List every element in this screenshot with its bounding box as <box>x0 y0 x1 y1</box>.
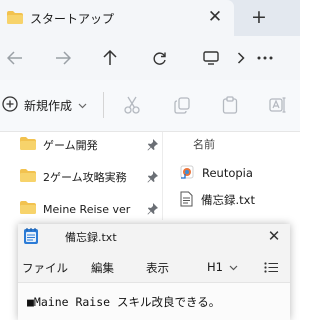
text-file-icon <box>180 191 193 210</box>
pin-icon[interactable] <box>147 139 158 154</box>
sidebar-item[interactable]: 2ゲーム攻略実務 <box>20 166 160 188</box>
heading-select-value: H1 <box>207 260 223 274</box>
notepad-window: 備忘録.txt ✕ ファイル 編集 表示 H1 ■Maine Raise スキル… <box>18 224 290 320</box>
close-icon[interactable]: ✕ <box>264 226 284 246</box>
file-item-label: 備忘録.txt <box>201 193 255 207</box>
notepad-content: ■Maine Raise スキル改良できる。 <box>27 295 221 309</box>
tab-startup[interactable]: スタートアップ ✕ <box>0 0 234 36</box>
pin-icon[interactable] <box>147 171 158 186</box>
notepad-editor[interactable]: ■Maine Raise スキル改良できる。 <box>18 282 290 320</box>
arrow-left-icon[interactable] <box>5 48 25 68</box>
folder-icon <box>20 169 36 185</box>
sidebar-item[interactable]: ゲーム開発 <box>20 134 160 156</box>
name-column-header[interactable]: 名前 <box>193 136 215 152</box>
notepad-title: 備忘録.txt <box>65 231 117 244</box>
folder-icon <box>7 11 23 27</box>
more-options-icon[interactable] <box>255 48 275 68</box>
command-separator <box>103 92 104 118</box>
menu-file[interactable]: ファイル <box>22 260 68 276</box>
file-item-memo[interactable]: 備忘録.txt <box>180 189 255 211</box>
chevron-right-icon[interactable] <box>231 48 251 68</box>
folder-icon <box>20 201 36 217</box>
new-button-label: 新規作成 <box>24 98 73 113</box>
cut-icon[interactable] <box>121 94 143 116</box>
sidebar-item-label: ゲーム開発 <box>43 139 98 152</box>
close-tab-icon[interactable]: ✕ <box>205 7 225 27</box>
file-item-label: Reutopia <box>202 166 253 180</box>
rename-icon[interactable] <box>267 94 289 116</box>
tab-title: スタートアップ <box>30 12 115 26</box>
shortcut-icon <box>180 165 194 182</box>
sidebar-item-label: Meine Reise ver <box>43 202 131 216</box>
sidebar-item[interactable]: Meine Reise ver <box>20 198 160 220</box>
paste-icon[interactable] <box>219 94 241 116</box>
refresh-icon[interactable] <box>149 48 169 68</box>
notepad-icon <box>23 227 39 248</box>
pin-icon[interactable] <box>147 203 158 218</box>
folder-icon <box>20 137 36 153</box>
menu-view[interactable]: 表示 <box>146 260 169 276</box>
new-tab-plus-icon[interactable]: + <box>249 6 269 28</box>
file-item-reutopia[interactable]: Reutopia <box>180 162 253 184</box>
command-bar: 新規作成 <box>0 80 300 132</box>
explorer-tab-bar: スタートアップ ✕ + <box>0 0 300 36</box>
monitor-icon[interactable] <box>201 48 221 68</box>
copy-icon[interactable] <box>171 94 193 116</box>
new-button[interactable]: 新規作成 <box>2 94 87 116</box>
sidebar-item-label: 2ゲーム攻略実務 <box>43 171 127 184</box>
chevron-down-icon <box>78 98 87 112</box>
notepad-menu-bar: ファイル 編集 表示 H1 <box>18 256 290 280</box>
heading-select[interactable]: H1 <box>207 260 238 274</box>
chevron-down-icon <box>229 260 238 274</box>
arrow-right-icon[interactable] <box>53 48 73 68</box>
navigation-bar <box>0 36 300 80</box>
pane-divider[interactable] <box>162 132 163 220</box>
plus-circle-icon <box>2 95 18 115</box>
arrow-up-icon[interactable] <box>100 48 120 68</box>
notepad-title-bar[interactable]: 備忘録.txt ✕ <box>18 224 290 248</box>
bulleted-list-icon[interactable] <box>264 262 278 276</box>
menu-edit[interactable]: 編集 <box>91 260 114 276</box>
